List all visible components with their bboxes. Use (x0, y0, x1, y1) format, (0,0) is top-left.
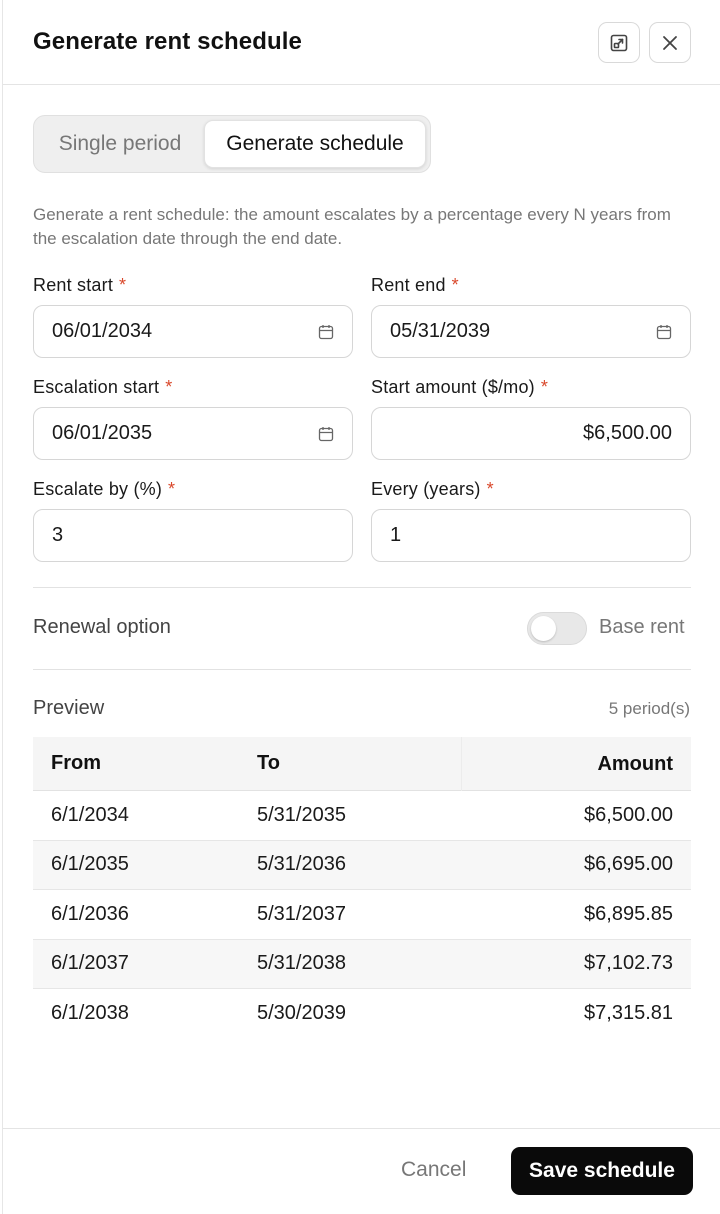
column-header-to: To (257, 752, 280, 774)
cell-from: 6/1/2038 (51, 1002, 129, 1025)
rent-start-label: Rent start * (33, 275, 126, 296)
start-amount-input[interactable]: $6,500.00 (371, 407, 691, 460)
base-rent-label: Base rent (599, 616, 685, 638)
close-icon (663, 35, 677, 50)
panel-title: Generate rent schedule (33, 28, 302, 55)
cell-from: 6/1/2036 (51, 902, 129, 925)
table-row: 6/1/2035 5/31/2036 $6,695.00 (33, 840, 691, 890)
column-header-from: From (51, 752, 101, 774)
cell-from: 6/1/2037 (51, 952, 129, 975)
rent-start-value: 06/01/2034 (52, 320, 153, 342)
table-row: 6/1/2034 5/31/2035 $6,500.00 (33, 791, 691, 841)
rent-start-label-text: Rent start (33, 275, 114, 295)
escalation-start-label: Escalation start * (33, 377, 172, 398)
required-marker: * (168, 479, 176, 499)
rent-end-field[interactable]: 05/31/2039 (371, 305, 691, 358)
cell-amount: $7,102.73 (584, 952, 673, 975)
toggle-knob (531, 616, 556, 641)
cancel-button[interactable]: Cancel (401, 1158, 466, 1182)
escalation-start-field[interactable]: 06/01/2035 (33, 407, 353, 460)
cell-to: 5/31/2038 (257, 952, 346, 975)
cell-from: 6/1/2035 (51, 853, 129, 876)
divider (33, 669, 691, 670)
every-years-input[interactable]: 1 (371, 509, 691, 562)
rent-start-field[interactable]: 06/01/2034 (33, 305, 353, 358)
cell-amount: $7,315.81 (584, 1002, 673, 1025)
cell-from: 6/1/2034 (51, 803, 129, 826)
required-marker: * (451, 275, 459, 295)
start-amount-label: Start amount ($/mo) * (371, 377, 548, 398)
escalate-by-value: 3 (52, 524, 64, 546)
escalate-by-input[interactable]: 3 (33, 509, 353, 562)
panel-header: Generate rent schedule (3, 0, 720, 85)
single-period-tab[interactable]: Single period (38, 120, 202, 168)
base-rent-toggle[interactable] (527, 612, 587, 645)
expand-icon (610, 34, 628, 51)
preview-table: From To Amount 6/1/2034 5/31/2035 $6,500… (33, 736, 691, 1039)
escalate-by-label: Escalate by (%) * (33, 479, 175, 500)
schedule-description: Generate a rent schedule: the amount esc… (33, 205, 671, 248)
table-row: 6/1/2038 5/30/2039 $7,315.81 (33, 989, 691, 1039)
calendar-icon[interactable] (318, 324, 334, 340)
cell-to: 5/30/2039 (257, 1002, 346, 1025)
calendar-icon[interactable] (656, 324, 672, 340)
calendar-icon[interactable] (318, 426, 334, 442)
rent-end-label: Rent end * (371, 275, 459, 296)
every-years-value: 1 (390, 524, 402, 546)
start-amount-label-text: Start amount ($/mo) (371, 377, 535, 397)
table-row: 6/1/2036 5/31/2037 $6,895.85 (33, 890, 691, 940)
escalate-by-label-text: Escalate by (%) (33, 479, 163, 499)
close-button[interactable] (649, 22, 691, 63)
cell-to: 5/31/2037 (257, 902, 346, 925)
every-years-label-text: Every (years) (371, 479, 481, 499)
table-header: From To Amount (33, 736, 691, 791)
mode-segmented-control: Single period Generate schedule (33, 115, 431, 173)
every-years-label: Every (years) * (371, 479, 494, 500)
cell-amount: $6,500.00 (584, 803, 673, 826)
escalation-start-label-text: Escalation start (33, 377, 160, 397)
cell-to: 5/31/2035 (257, 803, 346, 826)
period-count: 5 period(s) (608, 699, 690, 718)
rent-end-value: 05/31/2039 (390, 320, 491, 342)
generate-schedule-tab[interactable]: Generate schedule (204, 120, 426, 168)
rent-end-label-text: Rent end (371, 275, 446, 295)
cell-to: 5/31/2036 (257, 853, 346, 876)
expand-button[interactable] (598, 22, 640, 63)
required-marker: * (540, 377, 549, 397)
renewal-option-label: Renewal option (33, 616, 171, 638)
escalation-start-value: 06/01/2035 (52, 422, 153, 444)
column-header-amount: Amount (461, 736, 691, 791)
required-marker: * (486, 479, 494, 499)
table-row: 6/1/2037 5/31/2038 $7,102.73 (33, 939, 691, 989)
start-amount-value: $6,500.00 (583, 422, 672, 444)
cell-amount: $6,895.85 (584, 902, 673, 925)
cell-amount: $6,695.00 (584, 853, 673, 876)
divider (33, 587, 691, 588)
required-marker: * (165, 377, 173, 397)
preview-label: Preview (33, 697, 105, 719)
rent-schedule-panel: Generate rent schedule Single period Gen… (2, 0, 720, 1214)
save-schedule-button[interactable]: Save schedule (511, 1147, 693, 1195)
required-marker: * (119, 275, 127, 295)
